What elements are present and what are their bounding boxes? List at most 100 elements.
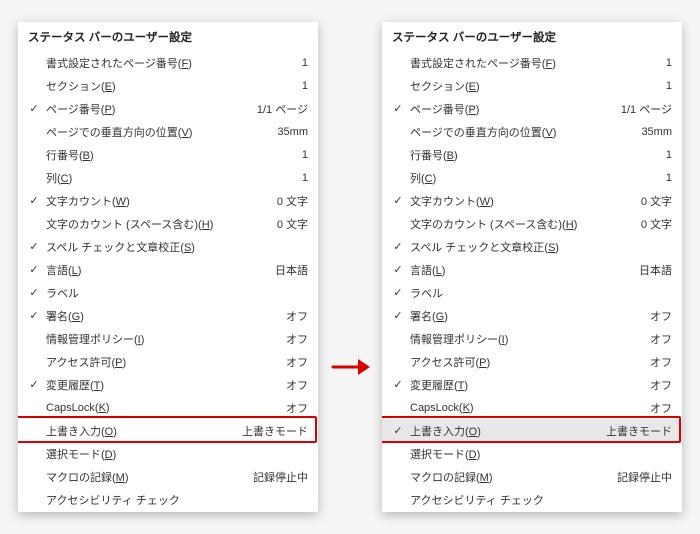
menu-item[interactable]: ページでの垂直方向の位置(V)35mm bbox=[18, 120, 318, 143]
menu-item[interactable]: ✓ページ番号(P) 1/1 ページ bbox=[18, 97, 318, 120]
check-icon: ✓ bbox=[386, 424, 410, 437]
menu-item-label: ラベル bbox=[46, 285, 79, 301]
menu-item-label: 選択モード(D) bbox=[46, 446, 116, 462]
menu-item-value: 1/1 ページ bbox=[613, 101, 672, 117]
arrow-icon bbox=[330, 347, 370, 387]
check-icon: ✓ bbox=[386, 378, 410, 391]
menu-item-label: 言語(L) bbox=[410, 262, 445, 278]
menu-item[interactable]: ✓ページ番号(P)1/1 ページ bbox=[382, 97, 682, 120]
menu-item-label: 文字カウント(W) bbox=[410, 193, 494, 209]
menu-item-value: オフ bbox=[278, 308, 308, 324]
menu-item[interactable]: アクセシビリティ チェック bbox=[18, 488, 318, 511]
menu-item[interactable]: 選択モード(D) bbox=[18, 442, 318, 465]
menu-item-value: 35mm bbox=[633, 126, 672, 138]
menu-item[interactable]: アクセシビリティ チェック bbox=[382, 488, 682, 511]
menu-item-label: マクロの記録(M) bbox=[410, 469, 493, 485]
menu-item-value: 記録停止中 bbox=[609, 469, 672, 485]
menu-item-label: ページ番号(P) bbox=[46, 101, 115, 117]
menu-item-value: 0 文字 bbox=[633, 216, 672, 232]
menu-item-value: 上書きモード bbox=[234, 423, 308, 439]
menu-item-label: 変更履歴(T) bbox=[46, 377, 104, 393]
menu-item[interactable]: ✓文字カウント(W)0 文字 bbox=[18, 189, 318, 212]
menu-item-label: 行番号(B) bbox=[410, 147, 458, 163]
menu-item[interactable]: マクロの記録(M) 記録停止中 bbox=[382, 465, 682, 488]
menu-item-value: オフ bbox=[642, 331, 672, 347]
menu-item[interactable]: CapsLock(K)オフ bbox=[382, 396, 682, 419]
menu-item[interactable]: 情報管理ポリシー(I)オフ bbox=[382, 327, 682, 350]
menu-item[interactable]: アクセス許可(P) オフ bbox=[382, 350, 682, 373]
menu-item-label: 上書き入力(O) bbox=[410, 423, 481, 439]
menu-item-value: 1 bbox=[658, 80, 672, 92]
menu-item-label: 署名(G) bbox=[410, 308, 448, 324]
menu-item-label: 情報管理ポリシー(I) bbox=[46, 331, 144, 347]
menu-item-label: 選択モード(D) bbox=[410, 446, 480, 462]
menu-item-label: アクセス許可(P) bbox=[46, 354, 126, 370]
check-icon: ✓ bbox=[22, 102, 46, 115]
menu-item[interactable]: マクロの記録(M) 記録停止中 bbox=[18, 465, 318, 488]
menu-item[interactable]: 情報管理ポリシー(I) オフ bbox=[18, 327, 318, 350]
menu-item[interactable]: ✓言語(L)日本語 bbox=[382, 258, 682, 281]
menu-item[interactable]: ページでの垂直方向の位置(V) 35mm bbox=[382, 120, 682, 143]
menu-item-label: セクション(E) bbox=[410, 78, 480, 94]
menu-item[interactable]: アクセス許可(P)オフ bbox=[18, 350, 318, 373]
menu-item[interactable]: ✓スペル チェックと文章校正(S) bbox=[382, 235, 682, 258]
statusbar-customize-panel-before: ステータス バーのユーザー設定 書式設定されたページ番号(F)1セクション(E)… bbox=[18, 22, 318, 512]
menu-item[interactable]: ✓言語(L)日本語 bbox=[18, 258, 318, 281]
menu-item-label: マクロの記録(M) bbox=[46, 469, 129, 485]
menu-item[interactable]: ✓変更履歴(T)オフ bbox=[382, 373, 682, 396]
check-icon: ✓ bbox=[386, 309, 410, 322]
menu-item-label: スペル チェックと文章校正(S) bbox=[46, 239, 195, 255]
menu-item-value: 1 bbox=[658, 172, 672, 184]
menu-item[interactable]: 文字のカウント (スペース含む)(H)0 文字 bbox=[18, 212, 318, 235]
menu-item-value: オフ bbox=[278, 400, 308, 416]
menu-item-label: CapsLock(K) bbox=[46, 402, 110, 414]
menu-item-value: オフ bbox=[278, 331, 308, 347]
menu-item[interactable]: 列(C)1 bbox=[382, 166, 682, 189]
menu-item-label: 文字カウント(W) bbox=[46, 193, 130, 209]
menu-item[interactable]: ✓ラベル bbox=[18, 281, 318, 304]
menu-item-label: スペル チェックと文章校正(S) bbox=[410, 239, 559, 255]
menu-item[interactable]: 上書き入力(O)上書きモード bbox=[18, 419, 318, 442]
menu-item[interactable]: ✓スペル チェックと文章校正(S) bbox=[18, 235, 318, 258]
menu-item-value: 0 文字 bbox=[633, 193, 672, 209]
menu-item[interactable]: セクション(E) 1 bbox=[382, 74, 682, 97]
check-icon: ✓ bbox=[22, 286, 46, 299]
menu-item[interactable]: ✓文字カウント(W)0 文字 bbox=[382, 189, 682, 212]
menu-item-value: 記録停止中 bbox=[245, 469, 308, 485]
menu-list: 書式設定されたページ番号(F)1 セクション(E) 1 ✓ ページ番号(P) 1/1 ペー… bbox=[382, 51, 682, 511]
check-icon: ✓ bbox=[22, 240, 46, 253]
check-icon: ✓ bbox=[22, 309, 46, 322]
menu-item[interactable]: 列(C)1 bbox=[18, 166, 318, 189]
menu-item[interactable]: ✓署名(G)オフ bbox=[382, 304, 682, 327]
menu-item-label: アクセシビリティ チェック bbox=[410, 492, 544, 508]
menu-item-label: ページでの垂直方向の位置(V) bbox=[410, 124, 556, 140]
menu-item-value: 1/1 ページ bbox=[249, 101, 308, 117]
menu-item[interactable]: 行番号(B)1 bbox=[18, 143, 318, 166]
menu-item[interactable]: 書式設定されたページ番号(F)1 bbox=[382, 51, 682, 74]
menu-item[interactable]: 行番号(B)1 bbox=[382, 143, 682, 166]
menu-item[interactable]: 文字のカウント (スペース含む)(H)0 文字 bbox=[382, 212, 682, 235]
menu-item-value: 日本語 bbox=[267, 262, 308, 278]
menu-item[interactable]: ✓署名(G)オフ bbox=[18, 304, 318, 327]
panel-title: ステータス バーのユーザー設定 bbox=[382, 22, 682, 51]
menu-item-value: 0 文字 bbox=[269, 193, 308, 209]
panel-title: ステータス バーのユーザー設定 bbox=[18, 22, 318, 51]
menu-item[interactable]: 書式設定されたページ番号(F)1 bbox=[18, 51, 318, 74]
menu-item-value: オフ bbox=[642, 354, 672, 370]
menu-item-label: 列(C) bbox=[46, 170, 72, 186]
menu-item[interactable]: ✓上書き入力(O) 上書きモード bbox=[382, 419, 682, 442]
menu-item-value: 上書きモード bbox=[598, 423, 672, 439]
menu-item[interactable]: セクション(E)1 bbox=[18, 74, 318, 97]
menu-item-value: 1 bbox=[294, 149, 308, 161]
statusbar-customize-panel-after: ステータス バーのユーザー設定 書式設定されたページ番号(F)1セクション(E)… bbox=[382, 22, 682, 512]
menu-item-label: アクセス許可(P) bbox=[410, 354, 490, 370]
check-icon: ✓ bbox=[386, 240, 410, 253]
menu-item[interactable]: ✓変更履歴(T)オフ bbox=[18, 373, 318, 396]
menu-item[interactable]: CapsLock(K) オフ bbox=[18, 396, 318, 419]
menu-item-value: オフ bbox=[642, 400, 672, 416]
menu-item-label: ページ番号(P) bbox=[410, 101, 479, 117]
check-icon: ✓ bbox=[22, 378, 46, 391]
menu-item[interactable]: ✓ラベル bbox=[382, 281, 682, 304]
menu-item[interactable]: 選択モード(D) bbox=[382, 442, 682, 465]
menu-item-value: 1 bbox=[294, 80, 308, 92]
